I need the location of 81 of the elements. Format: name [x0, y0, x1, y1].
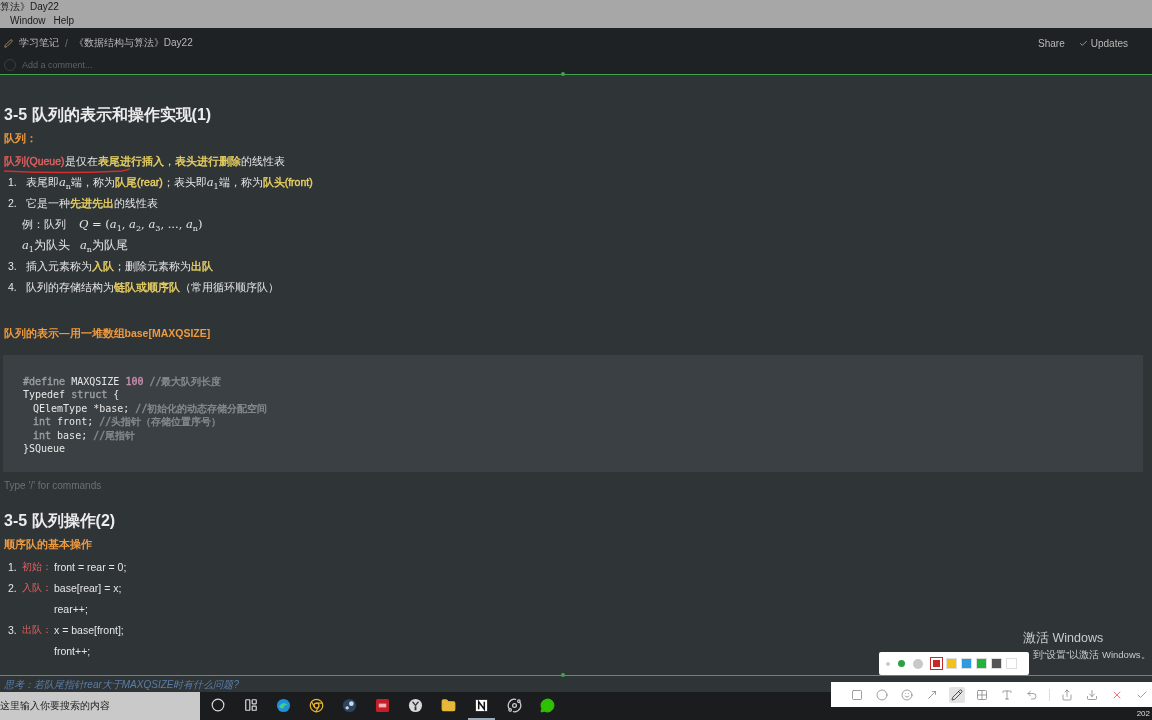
paragraph: 队列(Queue)是仅在表尾进行插入，表头进行删除的线性表 [4, 153, 285, 168]
toolbar-divider [1049, 688, 1050, 701]
list-item-text: 表尾即a$_{n}$端，称为队尾(rear)；表头即a$_{1}$端，称为队头(front) [26, 174, 313, 189]
text-icon [1001, 688, 1013, 701]
undo-icon [1026, 688, 1038, 701]
breadcrumb-item[interactable]: 学习笔记 [19, 36, 59, 50]
chat-icon [540, 697, 555, 713]
color-swatch[interactable] [1006, 658, 1017, 669]
list-number: 2. [7, 195, 18, 210]
code-statement: front = rear = 0; [54, 559, 127, 574]
code-statement: rear++; [54, 601, 89, 616]
formula: Q = (a$_{1}$, a$_{2}$, a$_{3}$, ..., a$_{n}$) [78, 216, 203, 231]
code-line: Typedef struct { [23, 388, 120, 402]
section-heading: 3-5 队列的表示和操作实现(1) [4, 104, 213, 125]
arrow-icon [926, 688, 938, 701]
list-number: 1. [7, 174, 18, 189]
app-icon [375, 697, 390, 713]
menu-item[interactable]: Help [53, 14, 75, 28]
circle-icon [876, 688, 888, 701]
color-swatch[interactable] [961, 658, 972, 669]
activation-hint: 到“设置”以激活 Windows。 [1032, 649, 1151, 662]
formula: 例：队列 [22, 216, 67, 231]
brush-size[interactable] [886, 661, 890, 666]
header-action[interactable]: Updates [1078, 37, 1128, 49]
window-title: 算法》Day22 [0, 0, 60, 14]
subheading: 顺序队的基本操作 [4, 537, 93, 552]
step-label: 出队： [22, 622, 53, 637]
subheading: 队列： [4, 131, 38, 146]
app-icon [408, 697, 423, 713]
activation-title: 激活 Windows [1023, 630, 1105, 647]
code-statement: x = base[front]; [54, 622, 124, 637]
search-field[interactable]: 这里输入你要搜索的内容 [0, 692, 200, 720]
tool-button[interactable] [949, 686, 965, 703]
brush-size[interactable] [898, 660, 905, 667]
breadcrumb-separator: / [65, 37, 68, 49]
code-line: }SQueue [23, 442, 66, 456]
code-statement: base[rear] = x; [54, 580, 122, 595]
subheading: 队列的表示—用一堆数组base[MAXQSIZE] [4, 326, 212, 341]
app-icon [474, 697, 489, 713]
color-swatch[interactable] [946, 658, 957, 669]
step-label: 初始： [22, 559, 53, 574]
app-icon [507, 697, 522, 713]
step-label: 入队： [22, 580, 53, 595]
code-line: int base; //尾指针 [32, 428, 136, 443]
check-icon [1078, 38, 1088, 48]
list-number: 3. [7, 258, 18, 273]
rectangle-icon [851, 688, 863, 701]
browser-icon [276, 697, 291, 713]
circle-icon [210, 698, 225, 712]
code-statement: front++; [54, 643, 92, 658]
list-item-text: 队列的存储结构为链队或顺序队（常用循环顺序队） [26, 279, 279, 294]
code-line: int front; //头指针（存储位置序号） [32, 415, 222, 429]
section-heading: 3-5 队列操作(2) [4, 510, 117, 531]
code-line: #define MAXQSIZE 100 //最大队列长度 [23, 374, 222, 389]
pencil-icon [4, 38, 13, 48]
color-swatch[interactable] [991, 658, 1002, 669]
formula: a$_{1}$为队头 [22, 237, 70, 252]
list-item-text: 插入元素称为入队；删除元素称为出队 [26, 258, 213, 273]
code-line: QElemType *base; //初始化的动态存储分配空间 [32, 401, 268, 416]
pen-icon [951, 688, 963, 701]
header-action[interactable]: Share [1038, 37, 1065, 49]
task-view-icon [243, 698, 258, 712]
color-swatch[interactable] [976, 658, 987, 669]
clock: 202 [1136, 709, 1150, 718]
list-number: 3. [7, 622, 18, 637]
brush-size[interactable] [913, 658, 923, 669]
app-icon [342, 697, 357, 713]
list-number: 2. [7, 580, 18, 595]
smiley-icon [901, 688, 913, 701]
browser-icon [309, 697, 324, 713]
formula: a$_{n}$为队尾 [80, 237, 129, 252]
note-text: 思考：若队尾指针rear大于MAXQSIZE时有什么问题? [3, 678, 241, 692]
breadcrumb-item[interactable]: 《数据结构与算法》Day22 [73, 36, 193, 50]
folder-icon [441, 697, 456, 713]
list-number: 4. [7, 279, 18, 294]
download-icon [1086, 688, 1098, 701]
menu-item[interactable]: Window [10, 14, 46, 28]
mosaic-icon [976, 688, 988, 701]
list-number: 1. [7, 559, 18, 574]
share-icon [1061, 688, 1073, 701]
list-item-text: 它是一种先进先出的线性表 [26, 195, 158, 210]
